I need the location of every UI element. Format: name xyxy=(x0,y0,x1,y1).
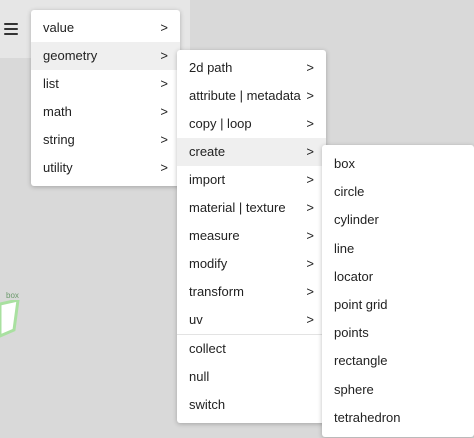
menu-item-null[interactable]: null xyxy=(177,363,326,391)
menu-item-string[interactable]: string > xyxy=(31,126,180,154)
menu-item-label: transform xyxy=(189,284,244,299)
chevron-right-icon: > xyxy=(160,104,168,119)
chevron-right-icon: > xyxy=(306,312,314,327)
menu-item-label: math xyxy=(43,104,72,119)
menu-item-label: null xyxy=(189,369,210,384)
menu-item-modify[interactable]: modify > xyxy=(177,250,326,278)
menu-item-value[interactable]: value > xyxy=(31,14,180,42)
node-label: box xyxy=(6,291,19,300)
menu-item-label: switch xyxy=(189,397,226,412)
menu-item-box[interactable]: box xyxy=(322,150,474,178)
chevron-right-icon: > xyxy=(306,228,314,243)
menu-item-math[interactable]: math > xyxy=(31,98,180,126)
menu-item-tetrahedron[interactable]: tetrahedron xyxy=(322,404,474,432)
create-submenu: box circle cylinder line locator point g… xyxy=(322,145,474,437)
box-node[interactable]: box xyxy=(0,291,24,345)
menu-item-switch[interactable]: switch xyxy=(177,391,326,419)
chevron-right-icon: > xyxy=(306,256,314,271)
menu-item-line[interactable]: line xyxy=(322,235,474,263)
menu-item-label: create xyxy=(189,144,226,159)
menu-item-create[interactable]: create > xyxy=(177,138,326,166)
menu-item-cylinder[interactable]: cylinder xyxy=(322,206,474,234)
menu-item-copy-loop[interactable]: copy | loop > xyxy=(177,110,326,138)
chevron-right-icon: > xyxy=(306,88,314,103)
menu-item-attribute-metadata[interactable]: attribute | metadata > xyxy=(177,82,326,110)
menu-item-label: material | texture xyxy=(189,200,286,215)
chevron-right-icon: > xyxy=(306,200,314,215)
menu-item-label: utility xyxy=(43,160,73,175)
menu-item-material-texture[interactable]: material | texture > xyxy=(177,194,326,222)
menu-item-list[interactable]: list > xyxy=(31,70,180,98)
geometry-submenu: 2d path > attribute | metadata > copy | … xyxy=(177,50,326,423)
chevron-right-icon: > xyxy=(306,116,314,131)
chevron-right-icon: > xyxy=(160,132,168,147)
menu-item-utility[interactable]: utility > xyxy=(31,154,180,182)
menu-item-label: sphere xyxy=(334,381,374,397)
box-node-shape-icon xyxy=(0,300,20,338)
chevron-right-icon: > xyxy=(160,48,168,63)
menu-item-geometry[interactable]: geometry > xyxy=(31,42,180,70)
chevron-right-icon: > xyxy=(160,20,168,35)
chevron-right-icon: > xyxy=(306,172,314,187)
menu-item-label: point grid xyxy=(334,296,388,312)
menu-item-transform[interactable]: transform > xyxy=(177,278,326,306)
menu-item-label: tetrahedron xyxy=(334,409,401,425)
menu-item-measure[interactable]: measure > xyxy=(177,222,326,250)
node-editor-canvas[interactable]: box value > geometry > list > math > str… xyxy=(0,0,474,438)
chevron-right-icon: > xyxy=(306,284,314,299)
menu-item-label: locator xyxy=(334,268,374,284)
menu-item-label: string xyxy=(43,132,75,147)
menu-item-label: line xyxy=(334,240,355,256)
menu-item-uv[interactable]: uv > xyxy=(177,306,326,334)
menu-item-label: rectangle xyxy=(334,353,388,369)
chevron-right-icon: > xyxy=(160,76,168,91)
menu-item-label: copy | loop xyxy=(189,116,252,131)
menu-item-locator[interactable]: locator xyxy=(322,263,474,291)
menu-item-label: uv xyxy=(189,312,203,327)
menu-item-label: measure xyxy=(189,228,240,243)
menu-item-label: attribute | metadata xyxy=(189,88,301,103)
hamburger-icon[interactable] xyxy=(0,12,24,44)
menu-item-label: value xyxy=(43,20,75,35)
menu-item-points[interactable]: points xyxy=(322,319,474,347)
menu-item-label: list xyxy=(43,76,59,91)
menu-item-rectangle[interactable]: rectangle xyxy=(322,347,474,375)
menu-item-label: modify xyxy=(189,256,228,271)
menu-item-label: circle xyxy=(334,184,365,200)
menu-item-label: box xyxy=(334,156,355,171)
chevron-right-icon: > xyxy=(306,144,314,159)
menu-item-2d-path[interactable]: 2d path > xyxy=(177,54,326,82)
menu-item-collect[interactable]: collect xyxy=(177,335,326,363)
menu-item-label: collect xyxy=(189,341,226,356)
menu-item-label: import xyxy=(189,172,226,187)
menu-item-point-grid[interactable]: point grid xyxy=(322,291,474,319)
menu-item-sphere[interactable]: sphere xyxy=(322,376,474,404)
menu-item-circle[interactable]: circle xyxy=(322,178,474,206)
menu-item-label: 2d path xyxy=(189,60,233,75)
chevron-right-icon: > xyxy=(160,160,168,175)
menu-item-label: points xyxy=(334,325,369,341)
menu-item-import[interactable]: import > xyxy=(177,166,326,194)
root-menu: value > geometry > list > math > string … xyxy=(31,10,180,186)
chevron-right-icon: > xyxy=(306,60,314,75)
menu-item-label: cylinder xyxy=(334,212,379,228)
menu-item-label: geometry xyxy=(43,48,98,63)
